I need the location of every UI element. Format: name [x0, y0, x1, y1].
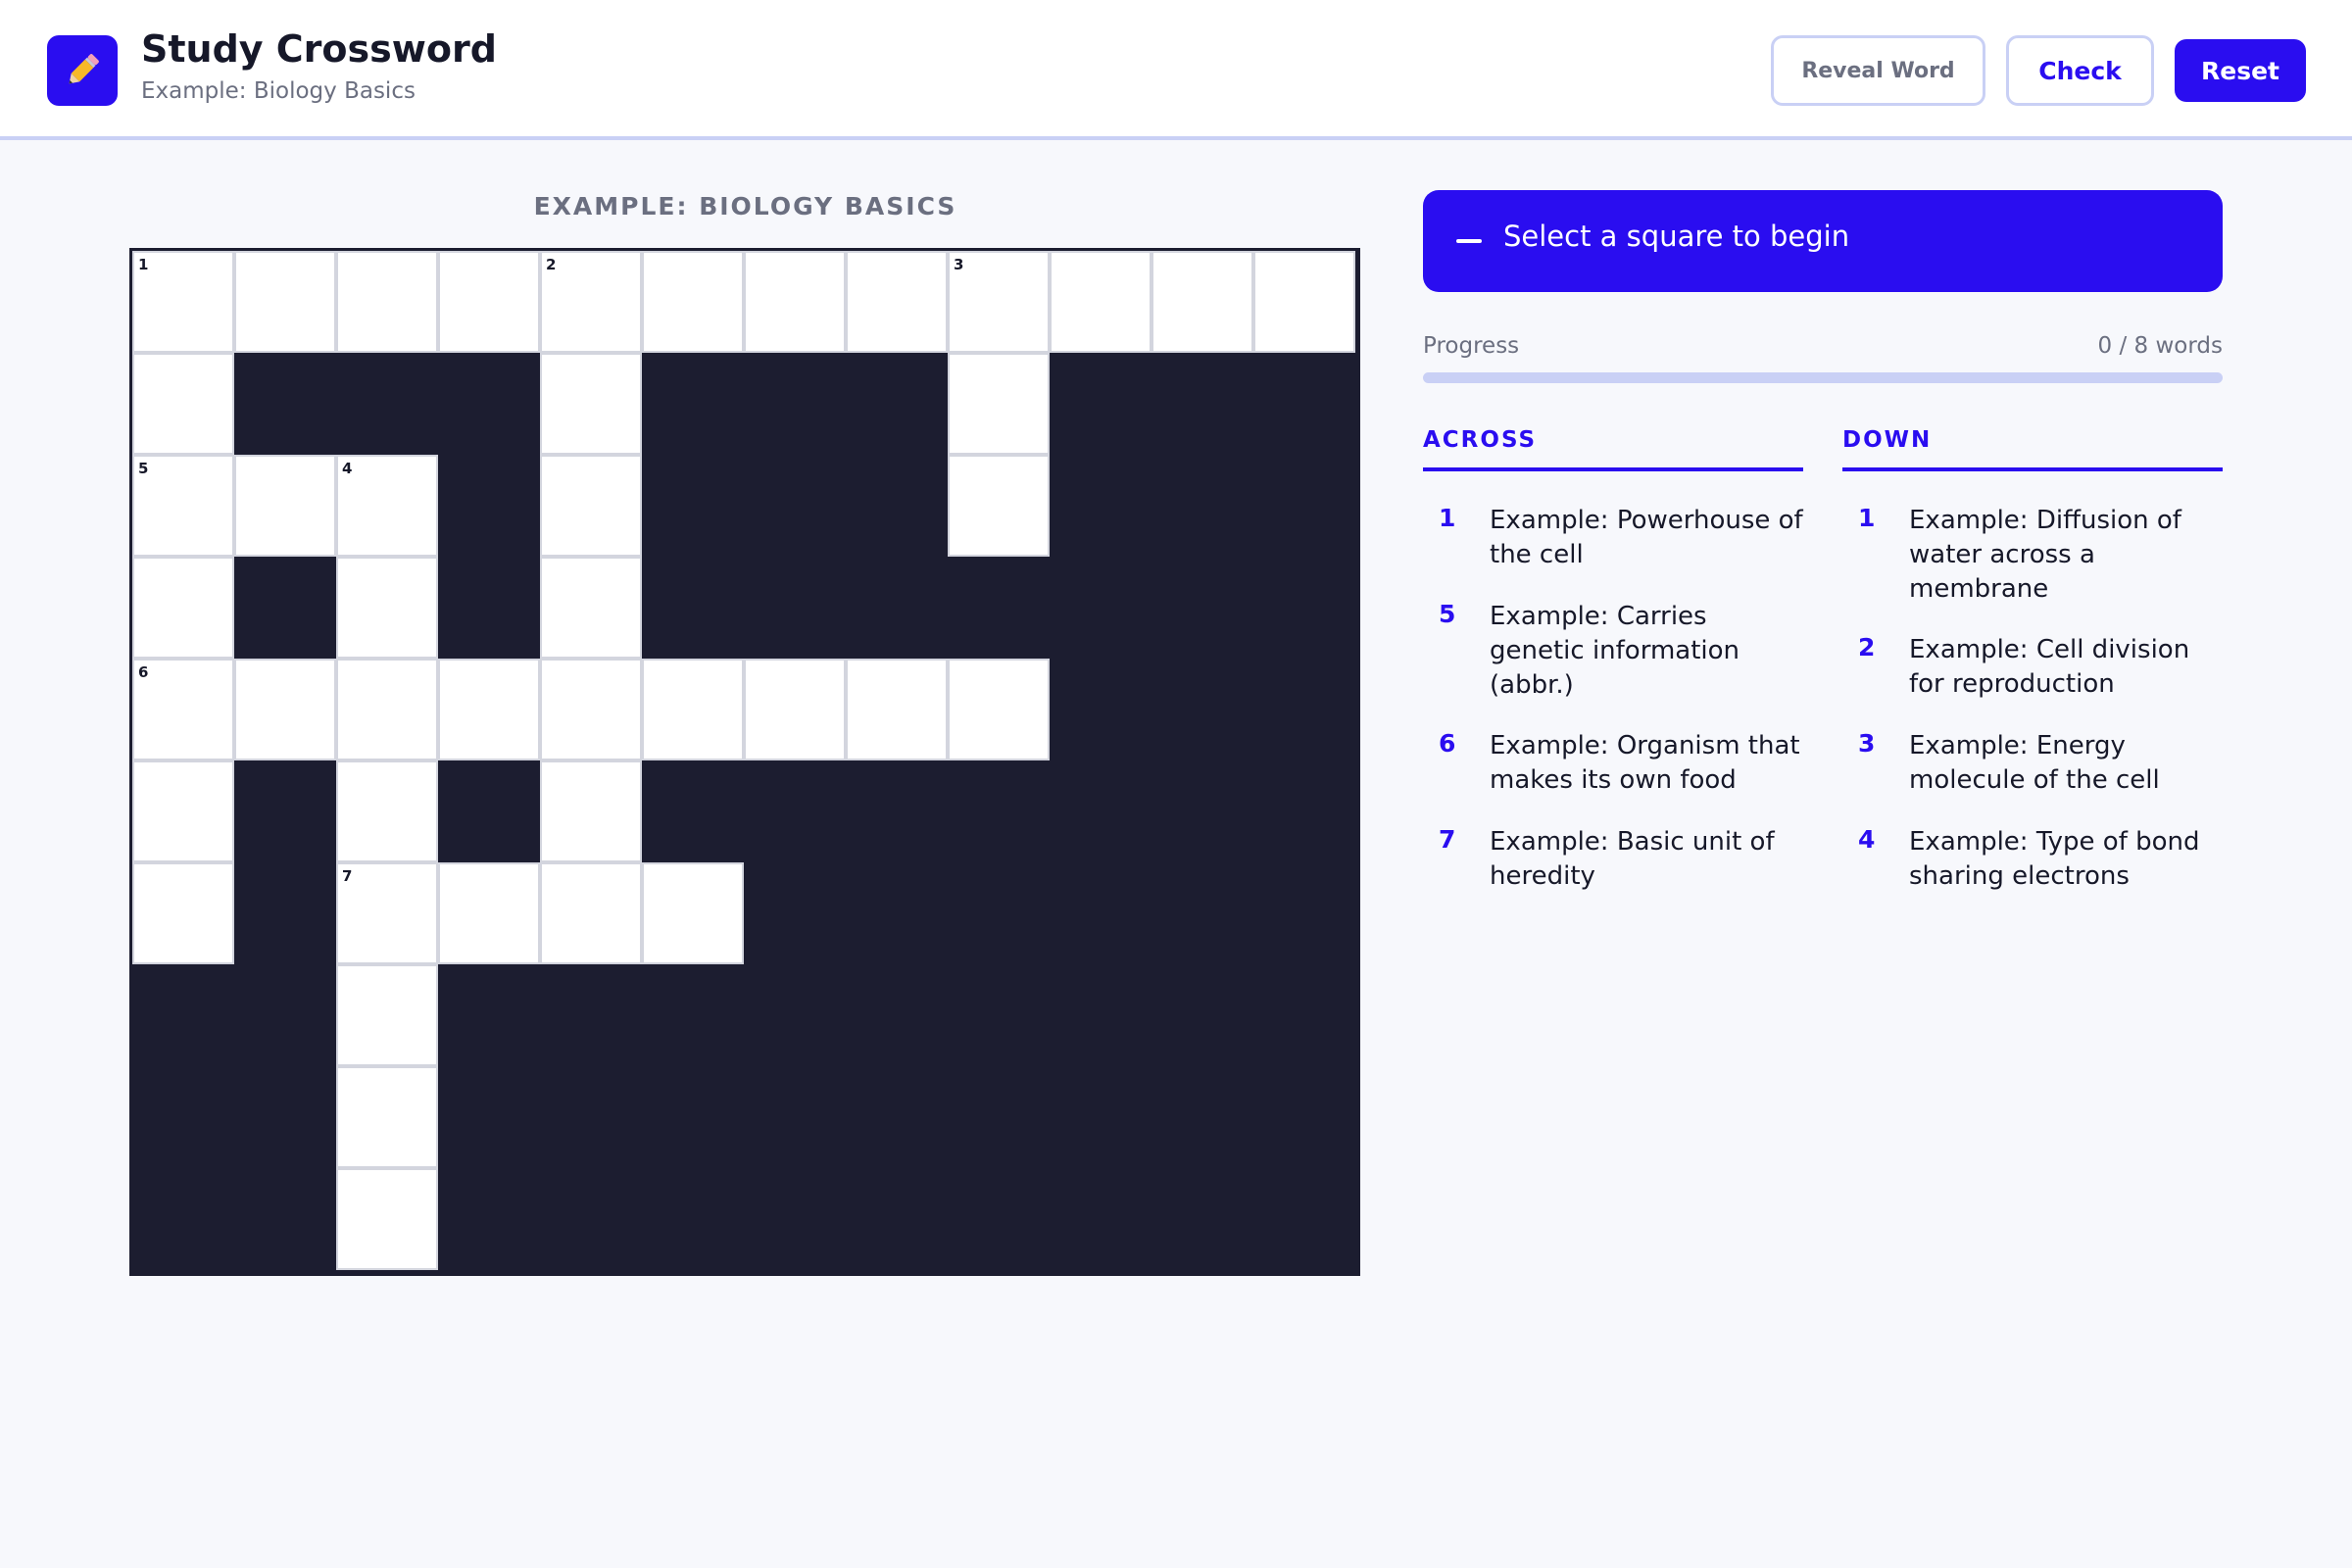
reset-button[interactable]: Reset [2175, 39, 2306, 102]
cell-number: 5 [138, 460, 149, 477]
current-clue-text: Select a square to begin [1503, 220, 1850, 253]
cell-number: 2 [546, 256, 557, 273]
grid-cell[interactable] [540, 862, 642, 964]
clue-number: 1 [1439, 504, 1456, 532]
grid-cell[interactable] [846, 659, 948, 760]
grid-cell[interactable] [336, 760, 438, 862]
grid-cell[interactable] [948, 353, 1050, 455]
grid-cell[interactable] [540, 455, 642, 557]
app-logo [47, 35, 118, 106]
clue-number: 4 [1858, 825, 1876, 854]
cell-number: 1 [138, 256, 149, 273]
grid-cell[interactable] [234, 455, 336, 557]
clue-text: Example: Cell division for reproduction [1909, 635, 2190, 699]
grid-cell[interactable] [438, 659, 540, 760]
grid-cell[interactable] [336, 557, 438, 659]
grid-cell[interactable] [846, 251, 948, 353]
current-clue-banner: Select a square to begin [1423, 190, 2223, 292]
grid-cell[interactable] [948, 455, 1050, 557]
grid-cell[interactable] [1253, 251, 1355, 353]
grid-cell[interactable] [744, 659, 846, 760]
down-divider [1842, 467, 2223, 471]
pencil-icon [69, 54, 99, 84]
progress-label: Progress [1423, 333, 1520, 359]
clue-text: Example: Carries genetic information (ab… [1490, 602, 1740, 700]
grid-cell[interactable]: 5 [132, 455, 234, 557]
across-heading: ACROSS [1423, 427, 1538, 453]
grid-cell[interactable] [642, 862, 744, 964]
progress-bar [1423, 372, 2223, 383]
grid-cell[interactable] [540, 760, 642, 862]
clue-text: Example: Type of bond sharing electrons [1909, 827, 2200, 891]
grid-cell[interactable] [438, 251, 540, 353]
grid-cell[interactable] [948, 659, 1050, 760]
grid-cell[interactable] [642, 251, 744, 353]
clue-number: 1 [1858, 504, 1876, 532]
clue-text: Example: Energy molecule of the cell [1909, 731, 2160, 795]
grid-cell[interactable]: 2 [540, 251, 642, 353]
clue-number: 7 [1439, 825, 1456, 854]
cell-number: 6 [138, 663, 149, 681]
grid-cell[interactable] [1152, 251, 1253, 353]
clue-number: 5 [1439, 600, 1456, 628]
grid-cell[interactable]: 1 [132, 251, 234, 353]
cell-number: 4 [342, 460, 353, 477]
grid-cell[interactable]: 4 [336, 455, 438, 557]
app-title: Study Crossword [141, 27, 497, 71]
grid-cell[interactable] [132, 760, 234, 862]
progress-count: 0 / 8 words [2097, 333, 2223, 359]
grid-cell[interactable] [132, 353, 234, 455]
clue-number: 6 [1439, 729, 1456, 758]
clue-text: Example: Powerhouse of the cell [1490, 506, 1803, 569]
grid-cell[interactable] [336, 1168, 438, 1270]
cell-number: 3 [954, 256, 964, 273]
app-subtitle: Example: Biology Basics [141, 78, 416, 104]
grid-cell[interactable]: 3 [948, 251, 1050, 353]
across-divider [1423, 467, 1803, 471]
grid-cell[interactable] [336, 964, 438, 1066]
grid-cell[interactable] [744, 251, 846, 353]
grid-cell[interactable] [642, 659, 744, 760]
grid-cell[interactable]: 7 [336, 862, 438, 964]
grid-cell[interactable] [336, 251, 438, 353]
grid-cell[interactable] [540, 353, 642, 455]
puzzle-title: EXAMPLE: BIOLOGY BASICS [533, 192, 957, 220]
clue-number: 2 [1858, 633, 1876, 662]
crossword-grid: 1 2 3 5 4 6 7 [129, 248, 1360, 1276]
grid-cell[interactable] [336, 1066, 438, 1168]
app-header: Study Crossword Example: Biology Basics … [0, 0, 2352, 140]
grid-cell[interactable] [234, 251, 336, 353]
grid-cell[interactable] [540, 659, 642, 760]
grid-cell[interactable] [336, 659, 438, 760]
grid-cell[interactable]: 6 [132, 659, 234, 760]
minus-icon [1456, 239, 1482, 243]
clue-text: Example: Basic unit of heredity [1490, 827, 1775, 891]
grid-cell[interactable] [1050, 251, 1152, 353]
check-button[interactable]: Check [2006, 35, 2154, 106]
reveal-word-button[interactable]: Reveal Word [1771, 35, 1985, 106]
grid-cell[interactable] [132, 557, 234, 659]
grid-cell[interactable] [540, 557, 642, 659]
clue-text: Example: Diffusion of water across a mem… [1909, 506, 2181, 604]
grid-cell[interactable] [234, 659, 336, 760]
grid-cell[interactable] [132, 862, 234, 964]
clue-number: 3 [1858, 729, 1876, 758]
grid-cell[interactable] [438, 862, 540, 964]
clue-text: Example: Organism that makes its own foo… [1490, 731, 1800, 795]
down-heading: DOWN [1842, 427, 1933, 453]
cell-number: 7 [342, 867, 353, 885]
